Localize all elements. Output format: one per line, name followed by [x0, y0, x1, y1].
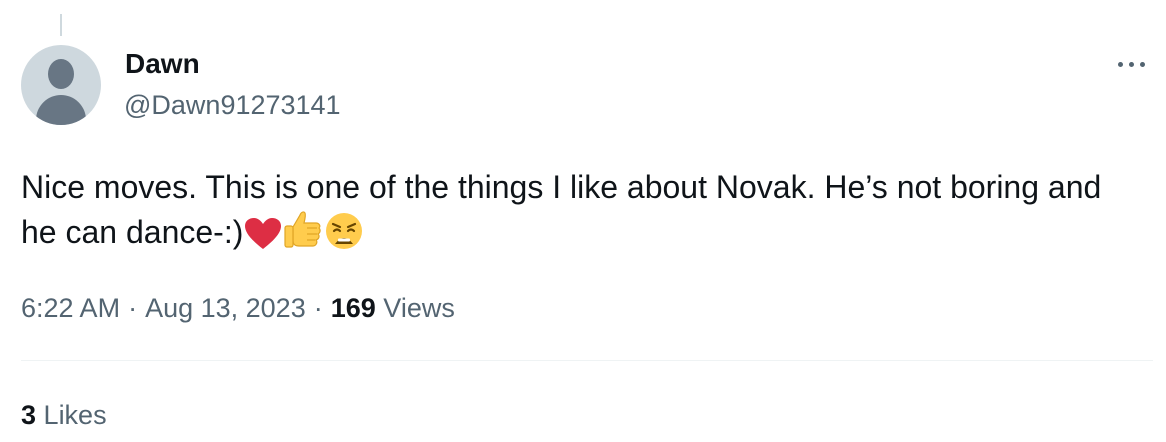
divider: [21, 360, 1153, 361]
tweet-metadata: 6:22 AM · Aug 13, 2023 · 169 Views: [21, 290, 455, 326]
author-display-name[interactable]: Dawn: [125, 48, 200, 80]
likes-count: 3: [21, 400, 37, 430]
tweet-time[interactable]: 6:22 AM: [21, 293, 120, 323]
weary-face-icon: [324, 211, 364, 262]
more-options-icon: [1118, 62, 1123, 67]
more-options-button[interactable]: [1112, 50, 1152, 78]
tweet-text: Nice moves. This is one of the things I …: [21, 169, 1111, 250]
separator-dot: ·: [313, 293, 323, 323]
separator-dot: ·: [128, 293, 138, 323]
views-label: Views: [383, 293, 455, 323]
avatar[interactable]: [21, 45, 101, 125]
author-handle[interactable]: @Dawn91273141: [124, 89, 341, 121]
thread-connector-line: [60, 14, 62, 36]
views-count: 169: [330, 293, 376, 323]
likes-link[interactable]: 3 Likes: [21, 398, 107, 432]
red-heart-icon: [244, 217, 282, 262]
tweet-date[interactable]: Aug 13, 2023: [145, 293, 306, 323]
thumbs-up-icon: [283, 209, 323, 262]
default-avatar-icon: [48, 59, 74, 89]
likes-label: Likes: [43, 400, 107, 430]
tweet-body: Nice moves. This is one of the things I …: [21, 165, 1141, 262]
